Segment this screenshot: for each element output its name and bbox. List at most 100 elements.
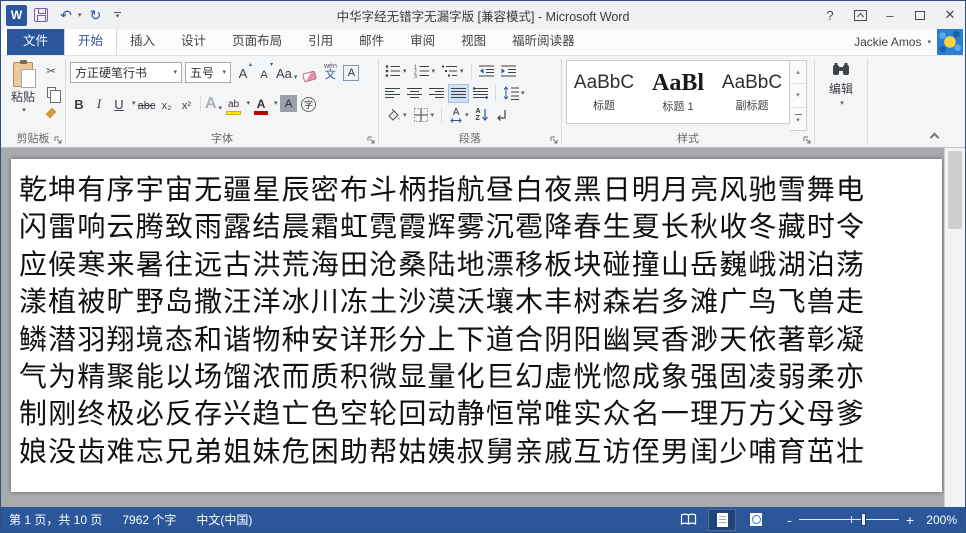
grow-font-button[interactable]: A ▴ [234, 61, 252, 83]
tab-references[interactable]: 引用 [295, 25, 346, 55]
numbering-button[interactable]: 1 2 3 ▾ [412, 62, 438, 80]
font-color-button[interactable]: A [252, 91, 270, 115]
underline-button[interactable]: U [110, 92, 128, 114]
help-button[interactable]: ? [815, 1, 845, 29]
format-painter-button[interactable] [41, 104, 61, 122]
ribbon-tab-row: 文件 开始 插入 设计 页面布局 引用 邮件 审阅 视图 福昕阅读器 Jacki… [1, 29, 965, 56]
word-app-icon[interactable]: W [6, 5, 27, 26]
tab-review[interactable]: 审阅 [397, 25, 448, 55]
paste-dropdown-icon: ▾ [22, 106, 26, 114]
word-count[interactable]: 7962 个字 [122, 511, 176, 528]
line-spacing-button[interactable]: ▾ [501, 84, 527, 102]
svg-text:3: 3 [414, 74, 417, 78]
language-indicator[interactable]: 中文(中国) [196, 511, 252, 528]
close-button[interactable]: ✕ [935, 1, 965, 29]
superscript-button[interactable]: x² [178, 92, 196, 114]
zoom-track [799, 519, 899, 520]
tab-view[interactable]: 视图 [448, 25, 499, 55]
asian-layout-button[interactable]: A ▾ [447, 106, 471, 125]
increase-indent-button[interactable] [499, 62, 518, 80]
font-color-caret-icon[interactable]: ▾ [274, 99, 278, 107]
document-page[interactable]: 乾坤有序宇宙无疆星辰密布斗柄指航昼白夜黑日明月亮风驰雪舞电 闪雷响云腾致雨露结晨… [11, 159, 942, 492]
enclose-characters-button[interactable]: 字 [300, 92, 318, 114]
read-mode-button[interactable] [675, 510, 701, 530]
zoom-slider[interactable] [799, 513, 899, 526]
font-size-combo[interactable]: 五号 ▾ [185, 62, 231, 83]
scrollbar-thumb[interactable] [948, 151, 962, 229]
tab-foxit-reader[interactable]: 福昕阅读器 [499, 25, 588, 55]
styles-more-button[interactable]: ▾ [790, 108, 806, 130]
undo-dropdown[interactable]: ▾ [78, 11, 82, 19]
maximize-button[interactable] [905, 1, 935, 29]
tab-mailings[interactable]: 邮件 [346, 25, 397, 55]
font-dialog-launcher[interactable] [367, 136, 376, 145]
show-hide-marks-button[interactable] [493, 107, 510, 124]
avatar[interactable] [937, 29, 963, 55]
redo-button[interactable]: ↻ [85, 4, 107, 26]
align-right-button[interactable] [427, 85, 446, 102]
account-area[interactable]: Jackie Amos ▾ [854, 28, 965, 55]
zoom-slider-thumb[interactable] [861, 513, 866, 526]
zoom-out-button[interactable]: - [787, 513, 792, 527]
web-layout-button[interactable] [743, 510, 769, 530]
highlight-caret-icon[interactable]: ▾ [247, 99, 251, 107]
shrink-font-button[interactable]: A ▾ [255, 61, 273, 83]
ribbon-display-options-button[interactable] [845, 1, 875, 29]
style-heading1[interactable]: AaBl 标题 1 [641, 61, 715, 123]
document-line: 漾植被旷野岛撒汪洋冰川冻土沙漠沃壤木丰树森岩多滩广鸟飞兽走 [19, 283, 864, 320]
style-title[interactable]: AaBbC 标题 [567, 61, 641, 123]
bold-button[interactable]: B [70, 92, 88, 114]
editing-button[interactable]: 编辑 ▾ [819, 60, 863, 131]
styles-dialog-launcher[interactable] [803, 136, 812, 145]
phonetic-guide-button[interactable]: wén 文 [321, 61, 339, 83]
tab-insert[interactable]: 插入 [117, 25, 168, 55]
bullets-button[interactable]: ▾ [383, 62, 409, 80]
styles-scroll-up-button[interactable]: ▴ [790, 61, 806, 84]
underline-caret-icon[interactable]: ▾ [132, 99, 136, 107]
strikethrough-button[interactable]: abc [138, 92, 156, 114]
borders-button[interactable]: ▾ [412, 106, 437, 124]
paragraph-dialog-launcher[interactable] [550, 136, 559, 145]
highlight-button[interactable]: ab [225, 91, 243, 115]
collapse-ribbon-button[interactable] [931, 131, 939, 139]
zoom-percentage[interactable]: 200% [921, 513, 957, 527]
paste-button[interactable]: 粘贴 ▾ [5, 60, 41, 131]
styles-gallery-scroll: ▴ ▾ ▾ [790, 60, 807, 131]
phonetic-guide-icon: wén 文 [324, 63, 337, 81]
sort-button[interactable]: A Z [474, 106, 490, 124]
justify-button[interactable] [449, 85, 468, 102]
multilevel-list-button[interactable]: ▾ [440, 62, 466, 80]
customize-qat-button[interactable]: ▾ [110, 12, 126, 19]
text-effects-button[interactable]: A ▾ [205, 92, 223, 114]
page-indicator[interactable]: 第 1 页，共 10 页 [9, 511, 102, 528]
binoculars-icon [832, 62, 850, 78]
distributed-button[interactable] [471, 85, 490, 102]
shading-button[interactable]: ▾ [383, 106, 409, 124]
styles-scroll-down-button[interactable]: ▾ [790, 84, 806, 107]
font-name-combo[interactable]: 方正硬笔行书 ▾ [70, 62, 182, 83]
minimize-button[interactable]: – [875, 1, 905, 29]
tab-design[interactable]: 设计 [168, 25, 219, 55]
tab-file[interactable]: 文件 [7, 25, 64, 55]
subscript-button[interactable]: x₂ [158, 92, 176, 114]
clipboard-dialog-launcher[interactable] [54, 136, 63, 145]
zoom-in-button[interactable]: + [906, 513, 914, 527]
scissors-icon: ✂ [46, 64, 56, 78]
change-case-button[interactable]: Aa ▾ [276, 61, 297, 83]
cut-button[interactable]: ✂ [41, 62, 61, 80]
italic-button[interactable]: I [90, 92, 108, 114]
tab-page-layout[interactable]: 页面布局 [219, 25, 295, 55]
align-center-button[interactable] [405, 85, 424, 102]
clear-formatting-button[interactable] [300, 61, 318, 83]
copy-button[interactable] [41, 83, 61, 101]
editing-caret-icon: ▾ [840, 99, 844, 107]
character-shading-button[interactable]: A [280, 92, 298, 114]
undo-button[interactable]: ↶ [55, 4, 77, 26]
align-left-button[interactable] [383, 85, 402, 102]
print-layout-button[interactable] [709, 510, 735, 530]
style-subtitle[interactable]: AaBbC 副标题 [715, 61, 789, 123]
character-border-button[interactable]: A [342, 61, 360, 83]
save-button[interactable] [30, 4, 52, 26]
decrease-indent-button[interactable] [477, 62, 496, 80]
vertical-scrollbar[interactable] [944, 148, 965, 507]
